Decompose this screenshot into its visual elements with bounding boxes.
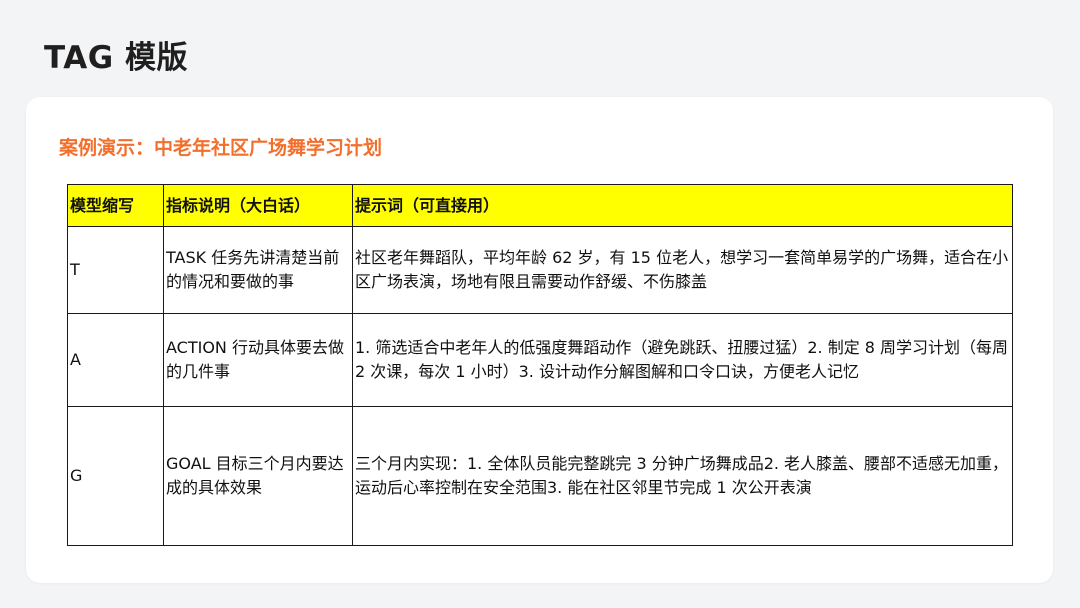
table-row: G GOAL 目标三个月内要达成的具体效果 三个月内实现：1. 全体队员能完整跳… bbox=[67, 406, 1013, 546]
cell-description: ACTION 行动具体要去做的几件事 bbox=[163, 313, 353, 407]
case-title: 案例演示：中老年社区广场舞学习计划 bbox=[59, 137, 383, 159]
header-prompt: 提示词（可直接用） bbox=[352, 184, 1013, 227]
cell-prompt: 三个月内实现：1. 全体队员能完整跳完 3 分钟广场舞成品2. 老人膝盖、腰部不… bbox=[352, 406, 1013, 546]
header-abbr: 模型缩写 bbox=[67, 184, 164, 227]
page-title: TAG 模版 bbox=[44, 40, 188, 76]
table-row: T TASK 任务先讲清楚当前的情况和要做的事 社区老年舞蹈队，平均年龄 62 … bbox=[67, 226, 1013, 314]
header-description: 指标说明（大白话） bbox=[163, 184, 353, 227]
table-row: A ACTION 行动具体要去做的几件事 1. 筛选适合中老年人的低强度舞蹈动作… bbox=[67, 313, 1013, 407]
cell-description: TASK 任务先讲清楚当前的情况和要做的事 bbox=[163, 226, 353, 314]
content-card: 案例演示：中老年社区广场舞学习计划 模型缩写 指标说明（大白话） 提示词（可直接… bbox=[26, 97, 1053, 583]
cell-description: GOAL 目标三个月内要达成的具体效果 bbox=[163, 406, 353, 546]
table-header-row: 模型缩写 指标说明（大白话） 提示词（可直接用） bbox=[67, 184, 1013, 227]
cell-abbr: T bbox=[67, 226, 164, 314]
cell-abbr: G bbox=[67, 406, 164, 546]
cell-prompt: 社区老年舞蹈队，平均年龄 62 岁，有 15 位老人，想学习一套简单易学的广场舞… bbox=[352, 226, 1013, 314]
cell-abbr: A bbox=[67, 313, 164, 407]
tag-table: 模型缩写 指标说明（大白话） 提示词（可直接用） T TASK 任务先讲清楚当前… bbox=[67, 184, 1013, 546]
cell-prompt: 1. 筛选适合中老年人的低强度舞蹈动作（避免跳跃、扭腰过猛）2. 制定 8 周学… bbox=[352, 313, 1013, 407]
